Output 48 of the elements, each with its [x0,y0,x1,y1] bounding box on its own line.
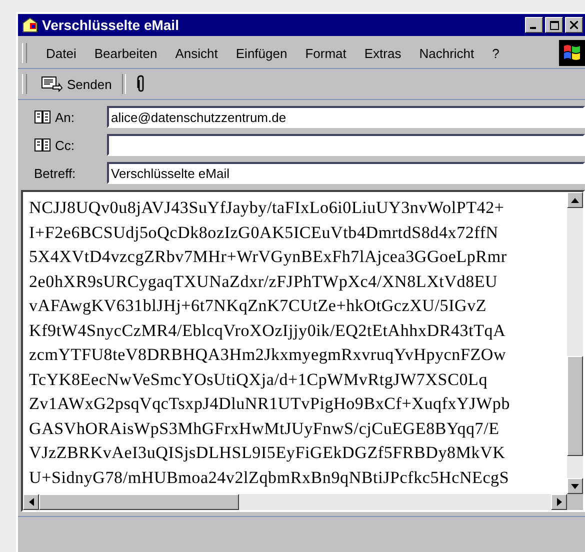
paperclip-icon [136,75,146,93]
horizontal-scrollbar[interactable] [23,494,583,510]
send-icon [41,76,63,92]
text-line: Zv1AWxG2psqVqcTsxpJ4DluNR1UTvPigHo9BxCf+XuqfxYJWpb [29,393,512,415]
input-field[interactable]: Verschlüsselte eMail [107,162,585,184]
send-button[interactable]: Senden [37,74,116,94]
text-line: GASVhORAisWpS3MhGFrxHwMtJUyFnwS/cjCuEGE8BYqq7/E [29,418,500,440]
text-line: Kf9tW4SnycCzMR4/EblcqVroXOzIjjy0ik/EQ2tEtAhhxDR43tTqA [29,320,507,342]
menu-item[interactable]: Einfügen [226,44,296,62]
text-line: VJzZBRKvAeI3uQISjsDLHSL9I5EyFiGEkDGZf5FRBDy8MkVK [29,442,506,464]
text-line: NCJJ8UQv0u8jAVJ43SuYfJayby/taFIxLo6i0LiuUY3nvWolPT42+ [29,197,506,219]
window-title: Verschlüsselte eMail [42,17,180,33]
maximize-button[interactable] [545,17,563,33]
text-line: I+F2e6BCSUdj5oQcDk8ozIzG0AK5ICEuVtb4DmrtdS8d4x72ffN [29,222,500,244]
menu-item[interactable]: Format [296,44,356,62]
minimize-button[interactable] [525,17,543,33]
menu-item[interactable]: Bearbeiten [85,44,166,62]
menu-item[interactable]: Datei [37,44,86,62]
windows-logo-icon [559,40,585,66]
menu-item[interactable]: Nachricht [410,44,484,62]
close-icon [570,21,578,29]
menu-item[interactable]: ? [483,44,508,62]
input-field[interactable] [107,134,585,156]
maximize-icon [550,20,558,30]
vertical-scrollbar[interactable] [567,192,583,494]
text-line: 5X4XVtD4vzcgZRbv7MHr+WrVGynBExFh7lAjcea3GGoeLpRmr [29,246,508,268]
field-label: An: [55,110,75,124]
input-field[interactable]: alice@datenschutzzentrum.de [107,106,585,128]
field-label: Betreff: [34,166,76,180]
scroll-up-icon [567,192,583,208]
menu-item[interactable]: Ansicht [166,44,227,62]
scrollbar-corner [567,494,583,510]
field-label: Cc: [55,138,74,152]
scroll-thumb[interactable] [567,356,583,456]
scroll-thumb[interactable] [39,494,239,510]
text-line: zcmYTFU8teV8DRBHQA3Hm2JkxmyegmRxvruqYvHpycnFZOw [29,344,508,366]
address-book-icon [34,138,52,152]
text-line: 2e0hXR9sURCygaqTXUNaZdxr/zFJPhTWpXc4/XN8LXtVd8EU [29,270,499,293]
text-line: U+SidnyG78/mHUBmoa24v2lZqbmRxBn9qNBtiJPcfkc5HcNEcgS [29,466,510,489]
scroll-down-icon [567,478,583,494]
message-body[interactable] [21,190,585,512]
text-line: vAFAwgKV631blJHj+6t7NKqZnK7CUtZe+hkOtGczXU/5IGvZ [29,295,488,317]
scroll-right-icon [551,494,567,510]
scroll-left-icon [23,494,39,510]
text-line: TcYK8EecNwVeSmcYOsUtiQXja/d+1CpWMvRtgJW7XSC0Lq [29,368,488,391]
menu-item[interactable]: Extras [355,44,410,62]
close-button[interactable] [565,17,583,33]
address-book-icon [34,110,52,124]
